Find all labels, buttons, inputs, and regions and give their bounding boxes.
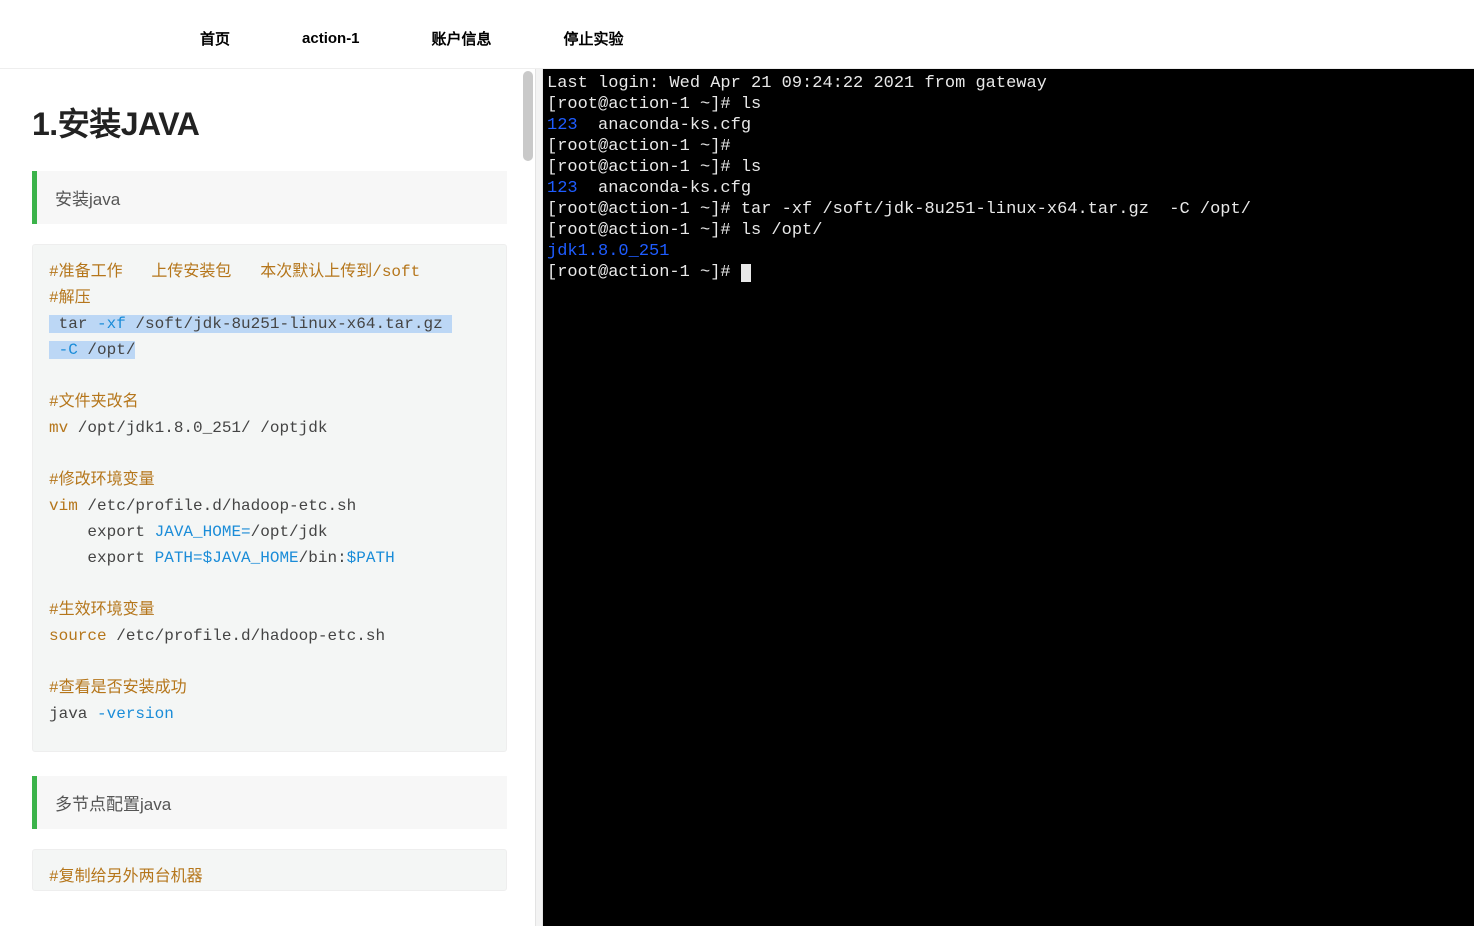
terminal-cursor [741,264,751,282]
code-cmd: vim [49,497,78,515]
page-title: 1.安装JAVA [32,99,507,145]
code-var: JAVA_HOME= [155,523,251,541]
code-comment: #修改环境变量 [49,471,155,489]
code-cmd: tar [49,315,97,333]
term-out-dir: jdk1.8.0_251 [547,242,669,261]
term-line: [root@action-1 ~]# ls [547,158,761,177]
code-comment: #复制给另外两台机器 [49,868,203,886]
section-multinode-java: 多节点配置java [32,776,507,829]
code-arg: /etc/profile.d/hadoop-etc.sh [78,497,356,515]
code-cmd: source [49,627,107,645]
term-line: [root@action-1 ~]# ls /opt/ [547,221,822,240]
code-block-2[interactable]: #复制给另外两台机器 [32,849,507,891]
nav-action[interactable]: action-1 [302,30,360,47]
selected-text: tar -xf /soft/jdk-8u251-linux-x64.tar.gz… [49,315,452,359]
code-cmd: mv [49,419,68,437]
code-block-1[interactable]: #准备工作 上传安装包 本次默认上传到/soft #解压 tar -xf /so… [32,244,507,752]
code-arg: /etc/profile.d/hadoop-etc.sh [107,627,385,645]
code-flag: -xf [97,315,126,333]
code-arg: /opt/jdk1.8.0_251/ /optjdk [68,419,327,437]
nav-stop[interactable]: 停止实验 [564,28,624,49]
term-prompt: [root@action-1 ~]# [547,263,741,282]
code-comment: #解压 [49,289,91,307]
top-nav: 首页 action-1 账户信息 停止实验 [0,9,1474,69]
code-cmd: java [49,705,97,723]
code-comment: #准备工作 上传安装包 本次默认上传到 [49,263,372,281]
term-out: anaconda-ks.cfg [578,116,751,135]
nav-home[interactable]: 首页 [200,28,230,49]
term-line: [root@action-1 ~]# tar -xf /soft/jdk-8u2… [547,200,1251,219]
term-out-dir: 123 [547,116,578,135]
scrollbar-thumb[interactable] [523,71,533,161]
terminal-pane[interactable]: Last login: Wed Apr 21 09:24:22 2021 fro… [543,69,1474,926]
code-flag: -C [49,341,78,359]
browser-bookmark-bar [0,0,1474,9]
code-var: $PATH [347,549,395,567]
term-line: [root@action-1 ~]# ls [547,95,761,114]
section-install-java: 安装java [32,171,507,224]
main-area: 1.安装JAVA 安装java #准备工作 上传安装包 本次默认上传到/soft… [0,69,1474,926]
instructions-pane[interactable]: 1.安装JAVA 安装java #准备工作 上传安装包 本次默认上传到/soft… [0,69,535,926]
code-kw: export [49,523,155,541]
term-line: [root@action-1 ~]# [547,137,741,156]
term-line: Last login: Wed Apr 21 09:24:22 2021 fro… [547,74,1047,93]
code-arg: /bin: [299,549,347,567]
code-flag: -version [97,705,174,723]
code-comment: #文件夹改名 [49,393,139,411]
code-arg: /soft/jdk-8u251-linux-x64.tar.gz [126,315,452,333]
code-arg: /opt/jdk [251,523,328,541]
nav-account[interactable]: 账户信息 [432,28,492,49]
term-out-dir: 123 [547,179,578,198]
code-path: /soft [372,263,420,281]
term-out: anaconda-ks.cfg [578,179,751,198]
code-var: PATH=$JAVA_HOME [155,549,299,567]
split-divider[interactable] [535,69,543,926]
code-kw: export [49,549,155,567]
code-arg: /opt/ [78,341,136,359]
code-comment: #查看是否安装成功 [49,679,187,697]
code-comment: #生效环境变量 [49,601,155,619]
